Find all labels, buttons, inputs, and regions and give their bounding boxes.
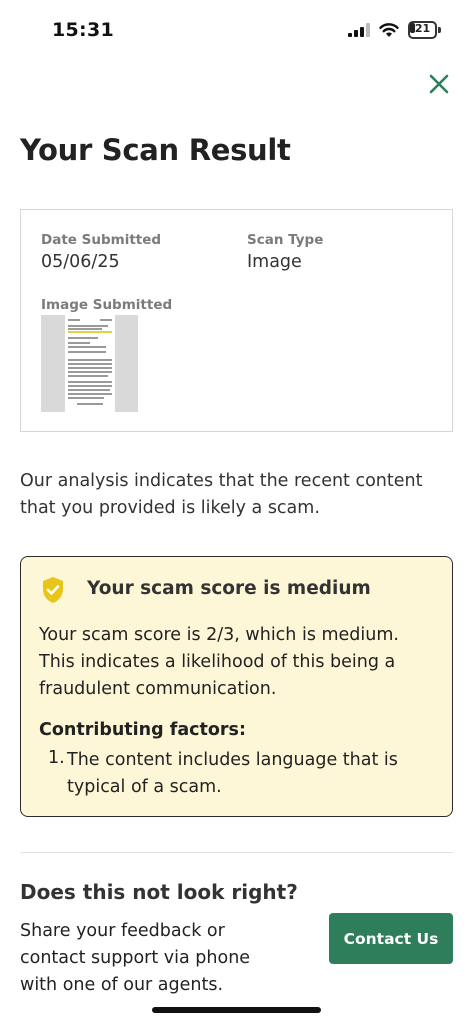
date-submitted-value: 05/06/25 (41, 252, 120, 272)
submission-info-card: Date Submitted 05/06/25 Scan Type Image … (20, 209, 453, 432)
status-icons: 21 (348, 21, 441, 39)
cellular-signal-icon (348, 23, 370, 37)
battery-icon: 21 (408, 21, 441, 39)
divider (20, 852, 453, 853)
feedback-title: Does this not look right? (20, 880, 298, 904)
submitted-image-thumbnail[interactable] (41, 315, 138, 412)
close-button[interactable] (425, 70, 453, 98)
scam-score-title: Your scam score is medium (87, 578, 371, 599)
analysis-summary: Our analysis indicates that the recent c… (20, 471, 423, 518)
shield-check-icon (43, 577, 63, 603)
date-submitted-label: Date Submitted (41, 232, 162, 248)
scan-type-value: Image (247, 252, 302, 272)
scam-score-description: Your scam score is 2/3, which is medium.… (39, 625, 399, 699)
battery-level: 21 (414, 22, 431, 35)
status-time: 15:31 (52, 19, 114, 41)
factor-text: The content includes language that is ty… (67, 750, 398, 797)
feedback-text: Share your feedback or contact support v… (20, 921, 251, 995)
factor-number: 1. (48, 748, 65, 768)
contributing-factors-title: Contributing factors: (39, 720, 246, 740)
status-bar: 15:31 21 (0, 0, 471, 62)
contact-us-button[interactable]: Contact Us (329, 913, 453, 964)
home-indicator[interactable] (152, 1007, 321, 1013)
close-icon (429, 74, 449, 94)
scan-type-label: Scan Type (247, 232, 324, 248)
page-title: Your Scan Result (20, 133, 291, 167)
image-submitted-label: Image Submitted (41, 297, 173, 313)
wifi-icon (379, 22, 399, 37)
scam-score-card: Your scam score is medium Your scam scor… (20, 556, 453, 817)
